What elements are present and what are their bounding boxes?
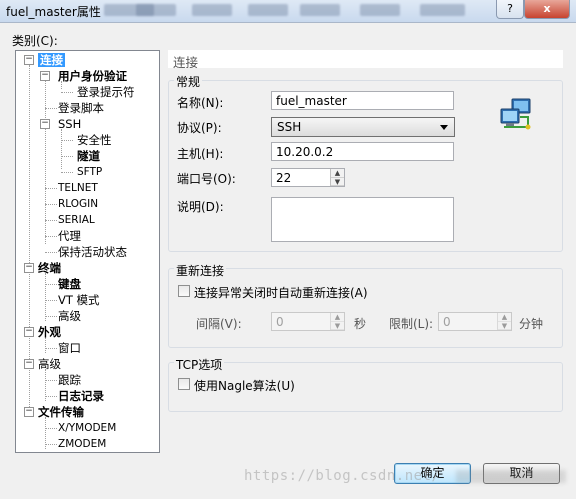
close-button[interactable]: x	[524, 0, 570, 19]
tree-item-keyboard[interactable]: 键盘	[58, 277, 81, 291]
tree-item-tunnel[interactable]: 隧道	[77, 149, 100, 163]
blurred-menu-3	[192, 4, 232, 16]
tree-item-terminal-advanced[interactable]: 高级	[58, 309, 81, 323]
properties-dialog: fuel_master属性 ? x 类别(C): − 连接 − 用户身份验证 登…	[0, 0, 576, 499]
tree-item-advanced[interactable]: 高级	[38, 357, 61, 371]
section-header: 连接	[168, 50, 563, 70]
description-input[interactable]	[271, 197, 454, 242]
nagle-checkbox[interactable]	[178, 378, 190, 390]
window-title: fuel_master属性	[6, 5, 101, 19]
tree-item-xymodem[interactable]: X/YMODEM	[58, 421, 116, 435]
description-label: 说明(D):	[177, 200, 224, 214]
tree-item-login-script[interactable]: 登录脚本	[58, 101, 104, 115]
title-bar: fuel_master属性 ? x	[0, 0, 576, 23]
section-title: 连接	[173, 55, 199, 70]
tree-item-file-transfer[interactable]: 文件传输	[38, 405, 84, 419]
tree-item-zmodem[interactable]: ZMODEM	[58, 437, 106, 451]
blurred-menu-2	[136, 4, 176, 16]
tree-item-security[interactable]: 安全性	[77, 133, 112, 147]
collapse-icon[interactable]: −	[40, 71, 50, 81]
limit-label: 限制(L):	[389, 317, 434, 331]
blurred-menu-4	[248, 4, 288, 16]
protocol-select[interactable]: SSH	[271, 117, 455, 137]
network-computer-icon	[500, 98, 531, 130]
tcp-group-label: TCP选项	[174, 356, 225, 373]
tree-item-rlogin[interactable]: RLOGIN	[58, 197, 98, 211]
seconds-label: 秒	[354, 317, 367, 331]
blurred-menu-5	[300, 4, 340, 16]
collapse-icon[interactable]: −	[24, 407, 34, 417]
minutes-label: 分钟	[519, 317, 544, 331]
protocol-value: SSH	[277, 120, 302, 134]
general-group-label: 常规	[174, 73, 203, 90]
port-spinner[interactable]: ▲ ▼	[330, 169, 344, 186]
limit-spinner: ▲ ▼	[497, 313, 511, 330]
tree-item-trace[interactable]: 跟踪	[58, 373, 81, 387]
tree-item-login-prompt[interactable]: 登录提示符	[77, 85, 135, 99]
category-tree[interactable]: − 连接 − 用户身份验证 登录提示符 登录脚本 − SSH 安全性 隧道 SF…	[15, 50, 160, 453]
auto-reconnect-label: 连接异常关闭时自动重新连接(A)	[194, 286, 368, 300]
nagle-label: 使用Nagle算法(U)	[194, 379, 295, 393]
host-input[interactable]: 10.20.0.2	[271, 142, 454, 161]
blurred-menu-7	[420, 4, 465, 16]
interval-label: 间隔(V):	[196, 317, 242, 331]
reconnect-group	[168, 268, 563, 348]
interval-spinner: ▲ ▼	[330, 313, 344, 330]
name-input[interactable]: fuel_master	[271, 91, 454, 110]
tree-item-logging[interactable]: 日志记录	[58, 389, 104, 403]
tree-item-serial[interactable]: SERIAL	[58, 213, 95, 227]
protocol-label: 协议(P):	[177, 121, 222, 135]
collapse-icon[interactable]: −	[24, 327, 34, 337]
tree-item-keepalive[interactable]: 保持活动状态	[58, 245, 127, 259]
collapse-icon[interactable]: −	[24, 263, 34, 273]
tree-item-window[interactable]: 窗口	[58, 341, 81, 355]
collapse-icon[interactable]: −	[24, 359, 34, 369]
collapse-icon[interactable]: −	[40, 119, 50, 129]
reconnect-group-label: 重新连接	[174, 262, 227, 279]
tree-item-vt-mode[interactable]: VT 模式	[58, 293, 100, 307]
watermark-blur	[456, 470, 566, 483]
limit-value: 0	[443, 315, 451, 329]
auto-reconnect-checkbox[interactable]	[178, 285, 190, 297]
tree-item-user-auth[interactable]: 用户身份验证	[58, 69, 127, 83]
tree-item-sftp[interactable]: SFTP	[77, 165, 102, 179]
name-label: 名称(N):	[177, 96, 224, 110]
tree-item-appearance[interactable]: 外观	[38, 325, 61, 339]
dropdown-arrow-icon	[440, 125, 448, 130]
tree-item-terminal[interactable]: 终端	[38, 261, 61, 275]
tree-item-connection[interactable]: 连接	[38, 53, 65, 67]
tree-item-proxy[interactable]: 代理	[58, 229, 81, 243]
port-value: 22	[276, 171, 292, 185]
host-label: 主机(H):	[177, 147, 224, 161]
category-label: 类别(C):	[12, 34, 58, 48]
tree-item-ssh[interactable]: SSH	[58, 117, 81, 131]
interval-value: 0	[276, 315, 284, 329]
port-label: 端口号(O):	[177, 172, 236, 186]
help-button[interactable]: ?	[496, 0, 524, 19]
collapse-icon[interactable]: −	[24, 55, 34, 65]
blurred-menu-6	[360, 4, 400, 16]
watermark: https://blog.csdn.net/	[244, 468, 441, 484]
tree-item-telnet[interactable]: TELNET	[58, 181, 98, 195]
